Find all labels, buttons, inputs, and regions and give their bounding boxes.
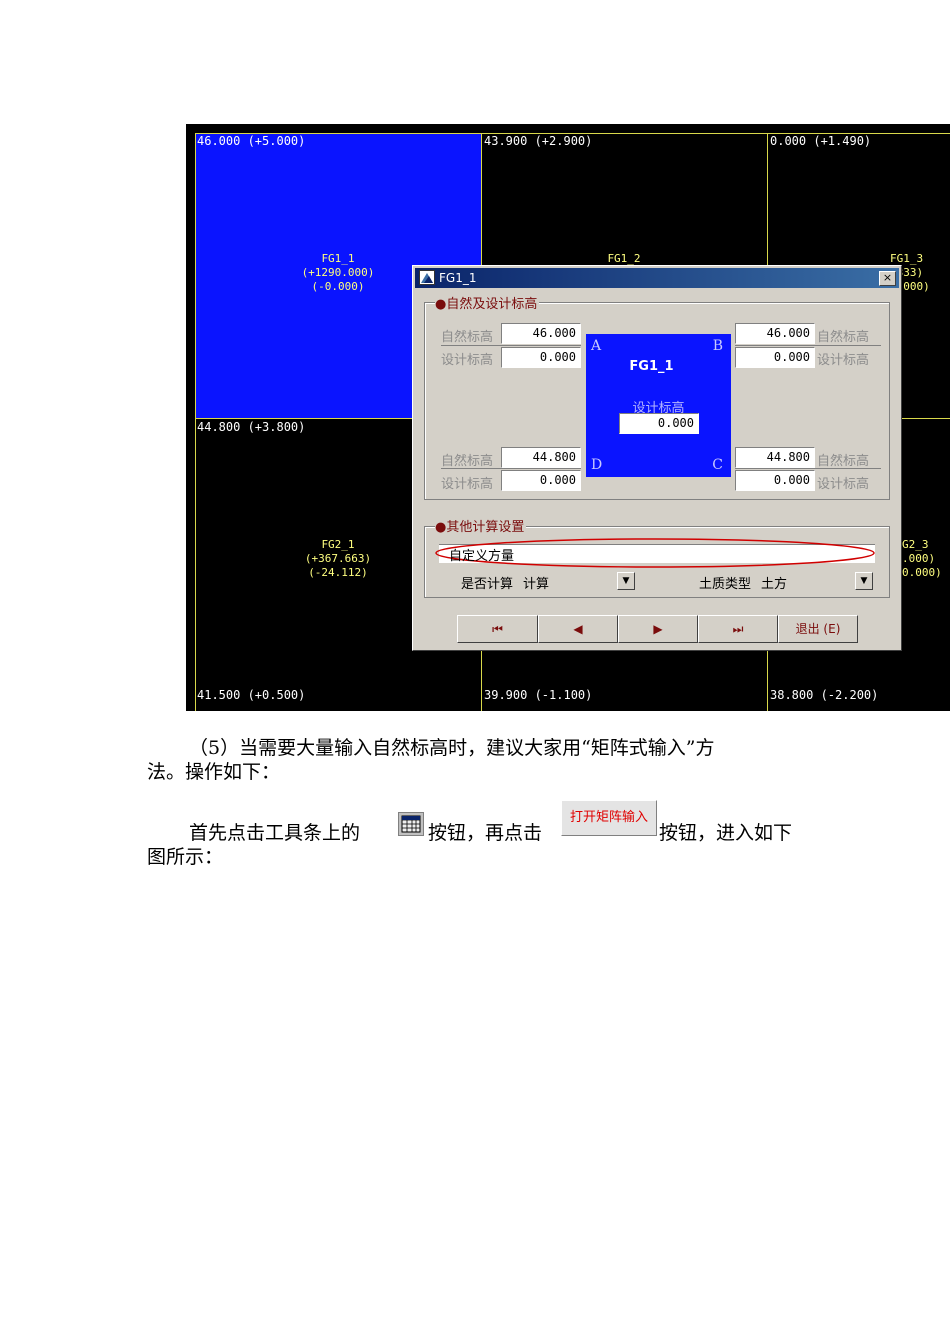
cell-label-fg1-1: FG1_1 (+1290.000) (-0.000) — [288, 252, 388, 294]
natural-elevation-label: 自然标高 — [817, 330, 870, 345]
design-elevation-label: 设计标高 — [441, 477, 494, 492]
paragraph-6-line-2: 图所示： — [147, 846, 224, 868]
cell-value: (-24.112) — [308, 566, 368, 579]
dialog-title-bar[interactable]: FG1_1 × — [415, 268, 899, 288]
preview-cell-name: FG1_1 — [629, 359, 674, 374]
divider — [735, 468, 881, 469]
open-matrix-input-button: 打开矩阵输入 — [561, 800, 657, 836]
first-record-button[interactable]: ⏮ — [457, 615, 538, 643]
paragraph-5-line-2: 法。操作如下： — [147, 761, 281, 783]
grid-line — [195, 133, 196, 711]
last-record-button[interactable]: ⏭ — [698, 615, 778, 643]
close-icon[interactable]: × — [879, 271, 896, 286]
section-title-elevation: ●自然及设计标高 — [435, 293, 540, 312]
chevron-down-icon[interactable]: ▼ — [617, 572, 635, 590]
cell-label-fg2-3: G2_3 .000) 0.000) — [902, 538, 950, 580]
divider — [441, 345, 581, 346]
design-elevation-label: 设计标高 — [817, 477, 870, 492]
corner-elevation-top-right: 0.000 (+1.490) — [770, 134, 872, 148]
soil-type-value: 土方 — [761, 577, 788, 592]
cell-value: (+1290.000) — [301, 266, 375, 279]
cell-value: (-0.000) — [311, 280, 365, 293]
divider — [735, 345, 881, 346]
cell-name: FG1_1 — [321, 252, 355, 265]
corner-elevation-mid-left: 44.800 (+3.800) — [197, 420, 306, 434]
c-natural-elevation-input[interactable]: 44.800 — [735, 447, 815, 468]
corner-label-a: A — [591, 338, 602, 354]
paragraph-6-part-c: 按钮，进入如下 — [659, 822, 793, 844]
previous-record-button[interactable]: ◀ — [538, 615, 618, 643]
soil-type-label: 土质类型 — [699, 577, 752, 592]
corner-elevation-top-left: 46.000 (+5.000) — [197, 134, 306, 148]
custom-volume-label: 自定义方量 — [449, 549, 515, 564]
cell-value: 0.000) — [902, 566, 942, 579]
natural-elevation-label: 自然标高 — [441, 454, 494, 469]
cell-name: FG1_3 — [890, 252, 924, 265]
calc-toggle-value: 计算 — [523, 577, 550, 592]
cell-label-fg1-2: FG1_2 — [574, 252, 674, 266]
design-elevation-label: 设计标高 — [441, 353, 494, 368]
corner-elevation-bottom-mid: 39.900 (-1.100) — [484, 688, 593, 702]
next-record-button[interactable]: ▶ — [618, 615, 698, 643]
d-design-elevation-input[interactable]: 0.000 — [501, 470, 581, 491]
corner-label-b: B — [712, 338, 723, 354]
cell-preview-box: A B D C FG1_1 设计标高 0.000 — [586, 334, 731, 477]
corner-elevation-bottom-right: 38.800 (-2.200) — [770, 688, 879, 702]
b-natural-elevation-input[interactable]: 46.000 — [735, 323, 815, 344]
corner-elevation-bottom-left: 41.500 (+0.500) — [197, 688, 306, 702]
a-design-elevation-input[interactable]: 0.000 — [501, 347, 581, 368]
cell-name: G2_3 — [902, 538, 929, 551]
section-title-other-settings: ●其他计算设置 — [435, 516, 527, 535]
natural-elevation-label: 自然标高 — [817, 454, 870, 469]
corner-label-c: C — [712, 457, 723, 473]
chevron-down-icon[interactable]: ▼ — [855, 572, 873, 590]
paragraph-6-part-b: 按钮，再点击 — [428, 822, 543, 844]
calc-toggle-label: 是否计算 — [461, 577, 514, 592]
center-design-elevation-input[interactable]: 0.000 — [619, 413, 699, 434]
corner-label-d: D — [591, 457, 603, 473]
paragraph-6-part-a: 首先点击工具条上的 — [189, 822, 361, 844]
cell-label-fg2-1: FG2_1 (+367.663) (-24.112) — [288, 538, 388, 580]
design-elevation-label: 设计标高 — [817, 353, 870, 368]
exit-button[interactable]: 退出 (E) — [778, 615, 858, 643]
natural-elevation-label: 自然标高 — [441, 330, 494, 345]
a-natural-elevation-input[interactable]: 46.000 — [501, 323, 581, 344]
corner-elevation-top-mid: 43.900 (+2.900) — [484, 134, 593, 148]
app-icon — [419, 270, 435, 285]
b-design-elevation-input[interactable]: 0.000 — [735, 347, 815, 368]
divider — [441, 468, 581, 469]
paragraph-5-line-1: （5）当需要大量输入自然标高时，建议大家用“矩阵式输入”方 — [189, 737, 715, 759]
cell-value: .000) — [902, 552, 936, 565]
calc-toggle-select[interactable]: 计算 ▼ — [521, 571, 637, 592]
cell-value: (+367.663) — [304, 552, 372, 565]
soil-type-select[interactable]: 土方 ▼ — [759, 571, 875, 592]
c-design-elevation-input[interactable]: 0.000 — [735, 470, 815, 491]
cell-name: FG1_2 — [607, 252, 641, 265]
cell-edit-dialog: FG1_1 × ●自然及设计标高 自然标高 46.000 设计标高 0.000 … — [412, 265, 902, 651]
matrix-grid-icon — [398, 812, 424, 836]
d-natural-elevation-input[interactable]: 44.800 — [501, 447, 581, 468]
cell-name: FG2_1 — [321, 538, 355, 551]
dialog-title: FG1_1 — [439, 271, 477, 285]
